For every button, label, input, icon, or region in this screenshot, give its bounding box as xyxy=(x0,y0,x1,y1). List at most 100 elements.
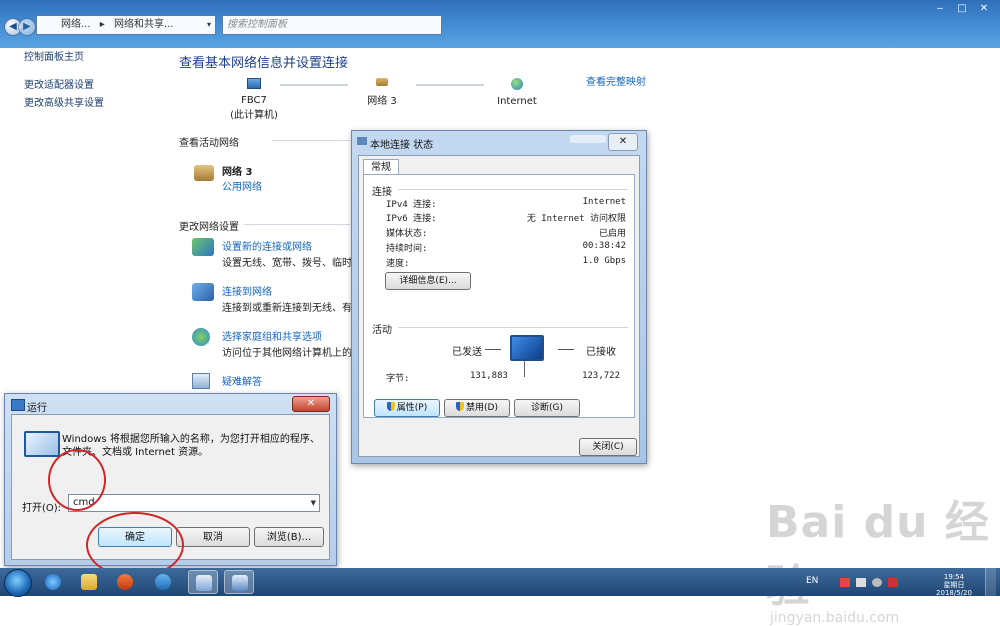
run-dialog-close-button[interactable]: ✕ xyxy=(292,396,330,412)
view-full-map-link[interactable]: 查看完整映射 xyxy=(586,73,646,88)
show-desktop-button[interactable] xyxy=(985,568,996,596)
change-settings-header: 更改网络设置 xyxy=(179,222,239,233)
task-troubleshoot-link[interactable]: 疑难解答 xyxy=(222,373,262,388)
connection-line xyxy=(416,84,484,86)
duration-value: 00:38:42 xyxy=(582,241,626,251)
received-label: 已接收 xyxy=(586,347,616,358)
properties-button[interactable]: 属性(P) xyxy=(374,399,440,417)
network-bench-icon xyxy=(376,78,388,86)
taskbar-explorer[interactable] xyxy=(74,570,104,594)
maximize-button[interactable]: □ xyxy=(952,2,972,16)
language-indicator[interactable]: EN xyxy=(806,576,818,586)
breadcrumb-sharing-center[interactable]: 网络和共享... xyxy=(114,19,174,30)
taskbar-app-blue[interactable] xyxy=(148,570,178,594)
node-computer-name: FBC7 xyxy=(241,95,267,106)
explorer-toolbar: ◀ ▶ 网络... ▸ 网络和共享... ▾ 搜索控制面板 ‒ □ ✕ xyxy=(0,0,1000,48)
clock-weekday: 星期日 xyxy=(943,581,965,589)
ipv4-label: IPv4 连接: xyxy=(386,200,437,210)
run-description: Windows 将根据您所输入的名称，为您打开相应的程序、文件夹、文档或 Int… xyxy=(62,434,320,458)
group-divider xyxy=(398,189,628,190)
control-panel-home-link[interactable]: 控制面板主页 xyxy=(24,48,84,63)
globe-icon xyxy=(511,78,523,90)
close-dialog-button[interactable]: 关闭(C) xyxy=(579,438,637,456)
task-connect-network-desc: 连接到或重新连接到无线、有线 xyxy=(222,303,362,314)
browse-button[interactable]: 浏览(B)... xyxy=(254,527,324,547)
taskbar-network-window[interactable] xyxy=(188,570,218,594)
network-adapter-icon xyxy=(357,137,367,145)
change-adapter-settings-link[interactable]: 更改适配器设置 xyxy=(24,76,94,91)
ipv6-value: 无 Internet 访问权限 xyxy=(526,214,626,224)
status-dialog-title: 本地连接 状态 xyxy=(370,140,434,151)
taskbar-run-window[interactable] xyxy=(224,570,254,594)
minimize-button[interactable]: ‒ xyxy=(930,2,950,16)
cancel-button[interactable]: 取消 xyxy=(176,527,250,547)
disable-button[interactable]: 禁用(D) xyxy=(444,399,510,417)
new-connection-icon xyxy=(192,238,214,256)
received-dash xyxy=(558,349,574,350)
address-bar[interactable]: 网络... ▸ 网络和共享... ▾ xyxy=(36,15,216,35)
open-dropdown-icon[interactable]: ▼ xyxy=(311,495,316,511)
run-window-icon xyxy=(232,575,248,591)
clock[interactable]: 19:54 星期日 2018/5/20 xyxy=(934,573,974,597)
details-button[interactable]: 详细信息(E)... xyxy=(385,272,471,290)
tray-flag-icon[interactable] xyxy=(840,578,850,587)
taskbar: EN 19:54 星期日 2018/5/20 xyxy=(0,568,1000,597)
status-dialog-close-button[interactable]: ✕ xyxy=(608,133,638,151)
breadcrumb-separator-icon: ▸ xyxy=(99,19,105,30)
duration-label: 持续时间: xyxy=(386,244,428,254)
change-advanced-sharing-link[interactable]: 更改高级共享设置 xyxy=(24,94,104,109)
uac-shield-icon xyxy=(456,402,465,411)
baidu-watermark: Bai du 经验 jingyan.baidu.com xyxy=(766,486,1000,626)
task-homegroup-link[interactable]: 选择家庭组和共享选项 xyxy=(222,328,322,343)
active-network-name: 网络 3 xyxy=(222,167,253,178)
start-button[interactable] xyxy=(4,569,32,597)
ipv6-label: IPv6 连接: xyxy=(386,214,437,224)
node-network-name: 网络 3 xyxy=(367,96,397,107)
task-new-connection-link[interactable]: 设置新的连接或网络 xyxy=(222,238,312,253)
troubleshoot-icon xyxy=(192,373,210,389)
active-networks-header: 查看活动网络 xyxy=(179,138,239,149)
network-bench-icon xyxy=(194,165,214,181)
taskbar-ie[interactable] xyxy=(38,570,68,594)
folder-icon xyxy=(81,574,97,590)
sent-label: 已发送 xyxy=(452,347,482,358)
section-divider xyxy=(272,140,350,141)
open-input[interactable]: cmd ▼ xyxy=(68,494,320,512)
page-title: 查看基本网络信息并设置连接 xyxy=(179,56,349,71)
properties-button-label: 属性(P) xyxy=(396,403,428,413)
watermark-url: jingyan.baidu.com xyxy=(770,610,900,626)
diagnose-button[interactable]: 诊断(G) xyxy=(514,399,580,417)
tray-app-icon[interactable] xyxy=(888,578,898,587)
address-dropdown-icon[interactable]: ▾ xyxy=(207,16,211,34)
highlight-circle-input xyxy=(48,449,106,511)
internet-explorer-icon xyxy=(45,574,61,590)
close-window-button[interactable]: ✕ xyxy=(974,2,994,16)
network-type-link[interactable]: 公用网络 xyxy=(222,178,262,193)
connection-line xyxy=(280,84,348,86)
taskbar-media[interactable] xyxy=(110,570,140,594)
network-node-network: 网络 3 xyxy=(342,78,422,107)
connection-status-dialog: 本地连接 状态 ✕ 常规 连接 IPv4 连接: Internet IPv6 连… xyxy=(351,130,647,464)
task-new-connection-desc: 设置无线、宽带、拨号、临时或 xyxy=(222,258,362,269)
breadcrumb-network[interactable]: 网络... xyxy=(61,19,91,30)
tab-general[interactable]: 常规 xyxy=(363,159,399,175)
run-app-icon xyxy=(11,399,25,411)
node-computer-sub: (此计算机) xyxy=(230,110,278,121)
connect-network-icon xyxy=(192,283,214,301)
tray-network-icon[interactable] xyxy=(856,578,866,587)
computer-icon xyxy=(247,78,261,89)
uac-shield-icon xyxy=(386,402,395,411)
bytes-received-value: 123,722 xyxy=(582,371,620,381)
blurred-title-area xyxy=(570,135,606,143)
connection-group-header: 连接 xyxy=(372,187,392,198)
search-input[interactable]: 搜索控制面板 xyxy=(222,15,442,35)
task-connect-network-link[interactable]: 连接到网络 xyxy=(222,283,272,298)
activity-computers-icon xyxy=(510,335,544,361)
media-state-value: 已启用 xyxy=(598,229,626,239)
task-homegroup-desc: 访问位于其他网络计算机上的文 xyxy=(222,348,362,359)
status-dialog-body: 常规 连接 IPv4 连接: Internet IPv6 连接: 无 Inter… xyxy=(358,155,640,457)
activity-group-header: 活动 xyxy=(372,325,392,336)
forward-button[interactable]: ▶ xyxy=(18,18,36,36)
tray-volume-icon[interactable] xyxy=(872,578,882,587)
sent-dash xyxy=(485,349,501,350)
